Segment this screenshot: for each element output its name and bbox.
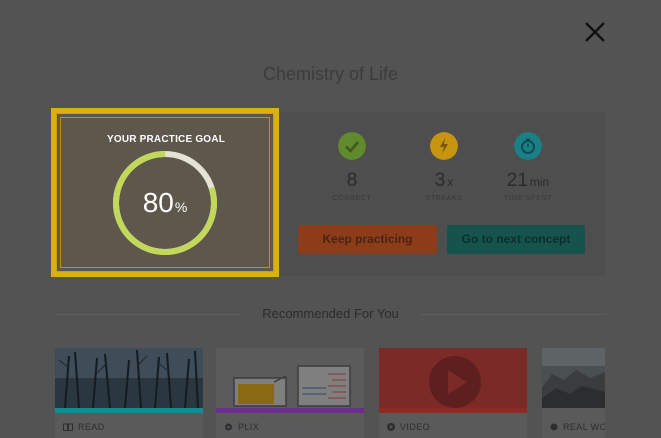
stats-card: 8 CORRECT 3x STREAKS 21 min TIME SPENT Ke…	[280, 112, 606, 276]
video-thumbnail	[379, 348, 527, 408]
next-concept-button[interactable]: Go to next concept	[447, 225, 585, 254]
practice-goal-heading: YOUR PRACTICE GOAL	[106, 134, 226, 145]
practice-goal-panel: YOUR PRACTICE GOAL 80%	[56, 113, 274, 272]
stat-correct: 8 CORRECT	[312, 132, 392, 202]
stat-streaks-unit: x	[447, 175, 454, 189]
recommended-title: Recommended For You	[262, 306, 399, 321]
beakers-thumbnail	[216, 348, 364, 408]
card-type-label: REAL WOR	[550, 422, 605, 432]
overlay-page: Chemistry of Life 8 CORRECT 3x STREAKS 2…	[0, 0, 661, 438]
globe-icon	[550, 423, 558, 431]
card-type-label: READ	[63, 422, 105, 432]
stat-time-value: 21	[506, 170, 528, 191]
card-bar	[55, 408, 203, 413]
book-icon	[63, 423, 73, 431]
card-type-label: PLIX	[224, 422, 259, 432]
stat-streaks: 3x STREAKS	[404, 132, 484, 202]
stat-time-caption: TIME SPENT	[503, 195, 552, 202]
stat-correct-value: 8	[346, 170, 358, 191]
forest-thumbnail	[55, 348, 203, 408]
recommended-card-read[interactable]: READ	[55, 348, 203, 438]
page-title: Chemistry of Life	[262, 64, 399, 84]
practice-goal-unit: %	[174, 199, 188, 215]
practice-goal-value: 80	[142, 187, 174, 218]
check-icon	[338, 132, 366, 160]
rocks-thumbnail	[542, 348, 605, 408]
recommended-card-video[interactable]: VIDEO	[379, 348, 527, 438]
practice-goal-value-wrap: 80%	[112, 150, 218, 256]
stat-streaks-value: 3	[434, 170, 446, 191]
keep-practicing-button[interactable]: Keep practicing	[298, 225, 437, 254]
card-bar	[379, 408, 527, 413]
recommended-card-plix[interactable]: PLIX	[216, 348, 364, 438]
play-icon	[387, 423, 395, 431]
plix-icon	[225, 423, 232, 431]
card-bar	[216, 408, 364, 413]
lightning-icon	[430, 132, 458, 160]
card-bar	[542, 408, 605, 413]
stat-time-unit: min	[529, 175, 550, 189]
stat-time: 21 min TIME SPENT	[488, 132, 568, 202]
recommended-card-real-world[interactable]: REAL WOR	[542, 348, 605, 438]
stat-streaks-caption: STREAKS	[425, 195, 463, 202]
close-icon[interactable]	[580, 17, 610, 47]
practice-goal-highlight: YOUR PRACTICE GOAL 80%	[51, 108, 279, 277]
stat-correct-caption: CORRECT	[332, 195, 372, 202]
stopwatch-icon	[514, 132, 542, 160]
card-type-label: VIDEO	[387, 422, 430, 432]
